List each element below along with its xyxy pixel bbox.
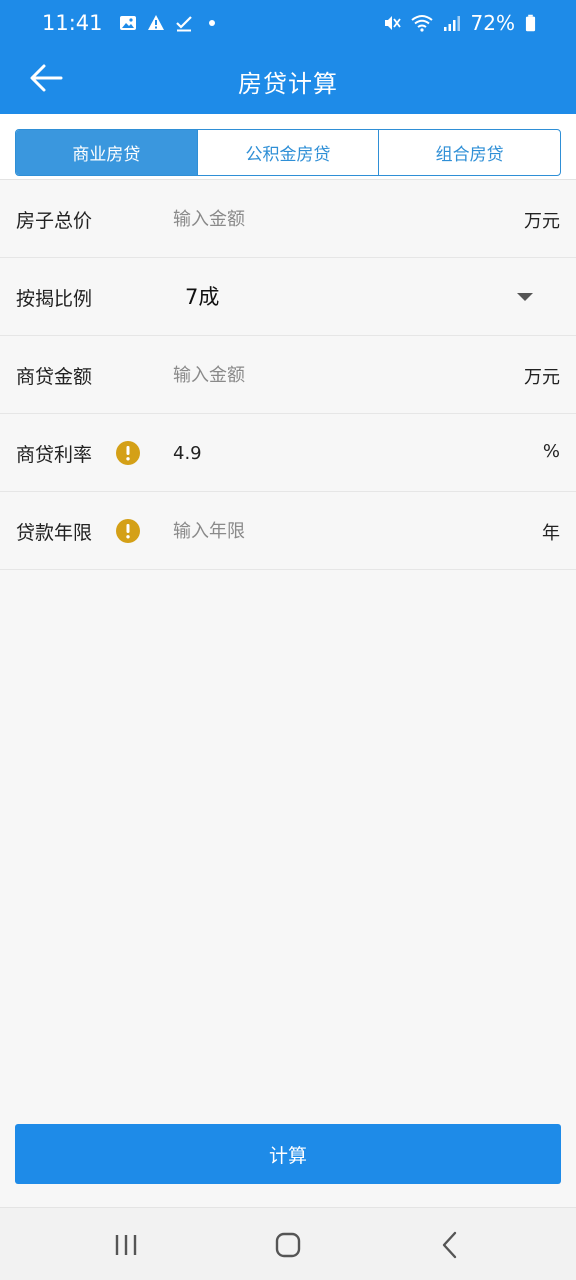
interest-rate-label: 商贷利率 xyxy=(16,444,93,466)
down-ratio-value: 7成 xyxy=(185,285,220,309)
app-bar: 房贷计算 xyxy=(0,46,576,114)
down-ratio-select[interactable]: 按揭比例 7成 xyxy=(0,258,576,336)
loan-type-tabs: 商业房贷 公积金房贷 组合房贷 xyxy=(15,129,561,176)
dropdown-arrow-icon xyxy=(517,293,533,301)
total-price-input[interactable] xyxy=(173,204,473,234)
signal-icon xyxy=(443,16,460,31)
status-right: 72% xyxy=(383,11,536,35)
status-left: 11:41 xyxy=(42,11,215,35)
status-bar: 11:41 72% xyxy=(0,0,576,46)
interest-rate-input[interactable] xyxy=(173,438,473,468)
total-price-row: 房子总价 万元 xyxy=(0,180,576,258)
loan-type-tabs-container: 商业房贷 公积金房贷 组合房贷 xyxy=(0,114,576,180)
page-title: 房贷计算 xyxy=(238,70,338,98)
loan-amount-unit: 万元 xyxy=(524,367,560,388)
loan-amount-label: 商贷金额 xyxy=(16,366,93,388)
calculate-button[interactable]: 计算 xyxy=(15,1124,561,1184)
loan-years-unit: 年 xyxy=(542,523,560,544)
loan-years-row: 贷款年限 年 xyxy=(0,492,576,570)
image-icon xyxy=(119,16,136,30)
mute-vibrate-icon xyxy=(384,16,401,30)
battery-percent: 72% xyxy=(470,11,515,35)
loan-years-input[interactable] xyxy=(173,516,473,546)
interest-rate-row: 商贷利率 % xyxy=(0,414,576,492)
battery-icon xyxy=(525,14,536,32)
task-done-icon xyxy=(175,16,192,32)
total-price-label: 房子总价 xyxy=(16,210,93,232)
back-nav-icon[interactable] xyxy=(430,1230,470,1260)
interest-rate-unit: % xyxy=(542,441,560,462)
total-price-unit: 万元 xyxy=(524,211,560,232)
wifi-icon xyxy=(410,15,433,32)
tab-provident-fund-loan[interactable]: 公积金房贷 xyxy=(196,130,379,175)
loan-years-label: 贷款年限 xyxy=(16,522,93,544)
recent-apps-icon[interactable] xyxy=(106,1230,146,1260)
notification-dot-icon xyxy=(208,20,215,26)
status-time: 11:41 xyxy=(42,11,103,35)
tab-commercial-loan[interactable]: 商业房贷 xyxy=(16,130,197,175)
exclamation-info-icon[interactable] xyxy=(116,441,140,465)
loan-form: 房子总价 万元 按揭比例 7成 商贷金额 万元 商贷利率 % 贷款年限 年 xyxy=(0,180,576,570)
loan-amount-input[interactable] xyxy=(173,360,473,390)
system-nav-bar xyxy=(0,1207,576,1280)
home-icon[interactable] xyxy=(268,1230,308,1260)
down-ratio-label: 按揭比例 xyxy=(16,288,93,310)
warning-icon xyxy=(147,15,164,30)
tab-combined-loan[interactable]: 组合房贷 xyxy=(378,130,560,175)
exclamation-info-icon[interactable] xyxy=(116,519,140,543)
loan-amount-row: 商贷金额 万元 xyxy=(0,336,576,414)
